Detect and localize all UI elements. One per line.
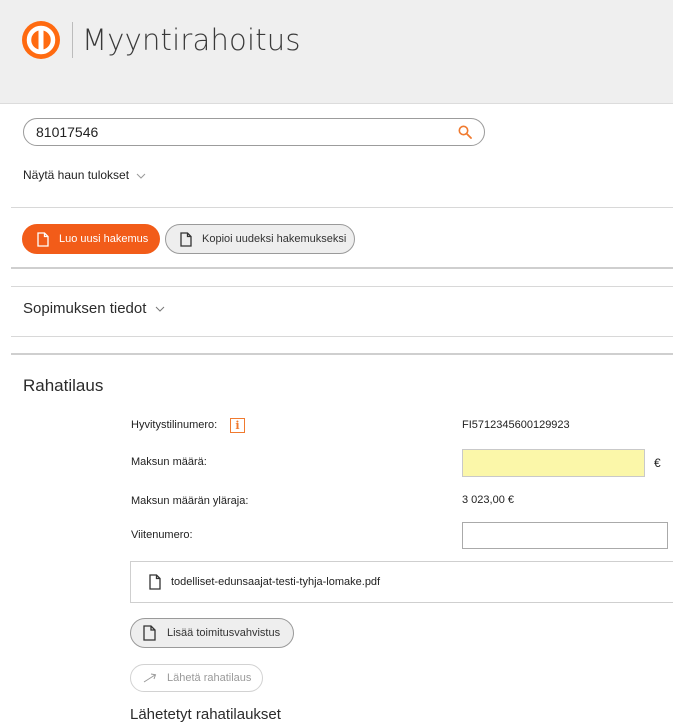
send-payment-order-label: Lähetä rahatilaus xyxy=(167,672,252,684)
refund-account-value: FI5712345600129923 xyxy=(462,419,570,431)
app-header: Myyntirahoitus xyxy=(0,0,673,104)
new-application-label: Luo uusi hakemus xyxy=(59,233,149,245)
add-delivery-confirmation-button[interactable]: Lisää toimitusvahvistus xyxy=(130,618,294,648)
arrow-right-icon xyxy=(143,673,157,683)
max-amount-value: 3 023,00 € xyxy=(462,494,514,506)
contract-details-accordion[interactable]: Sopimuksen tiedot xyxy=(23,300,165,317)
attachment-item[interactable]: todelliset-edunsaajat-testi-tyhja-lomake… xyxy=(130,561,673,603)
chevron-down-icon xyxy=(137,173,146,179)
info-icon[interactable]: i xyxy=(230,418,245,433)
payment-order-title: Rahatilaus xyxy=(23,376,104,395)
divider xyxy=(11,286,673,287)
document-icon xyxy=(180,232,192,247)
sent-orders-title: Lähetetyt rahatilaukset xyxy=(130,706,281,723)
reference-number-input[interactable] xyxy=(462,522,668,549)
reference-label: Viitenumero: xyxy=(131,529,193,541)
new-application-button[interactable]: Luo uusi hakemus xyxy=(22,224,160,254)
copy-application-label: Kopioi uudeksi hakemukseksi xyxy=(202,233,347,245)
divider xyxy=(11,336,673,337)
op-logo-icon xyxy=(22,21,60,59)
search-input[interactable] xyxy=(36,123,436,141)
attachment-filename: todelliset-edunsaajat-testi-tyhja-lomake… xyxy=(171,576,381,588)
divider xyxy=(11,207,673,208)
copy-application-button[interactable]: Kopioi uudeksi hakemukseksi xyxy=(165,224,355,254)
show-results-toggle[interactable]: Näytä haun tulokset xyxy=(23,168,146,182)
amount-label: Maksun määrä: xyxy=(131,456,207,468)
divider xyxy=(11,353,673,355)
contract-details-label: Sopimuksen tiedot xyxy=(23,300,147,317)
add-delivery-confirmation-label: Lisää toimitusvahvistus xyxy=(167,627,281,639)
chevron-down-icon xyxy=(155,306,164,312)
document-icon xyxy=(149,574,161,590)
divider xyxy=(11,267,673,269)
currency-symbol: € xyxy=(654,456,661,470)
send-payment-order-button[interactable]: Lähetä rahatilaus xyxy=(130,664,263,692)
show-results-label: Näytä haun tulokset xyxy=(23,168,130,182)
search-icon[interactable] xyxy=(458,125,472,139)
header-divider xyxy=(72,22,73,58)
app-title: Myyntirahoitus xyxy=(82,23,301,57)
document-icon xyxy=(143,625,156,641)
max-amount-label: Maksun määrän yläraja: xyxy=(131,495,249,507)
amount-input[interactable] xyxy=(462,449,645,477)
search-box[interactable] xyxy=(23,118,485,146)
document-icon xyxy=(37,232,49,247)
refund-account-label: Hyvitystilinumero: xyxy=(131,419,218,431)
